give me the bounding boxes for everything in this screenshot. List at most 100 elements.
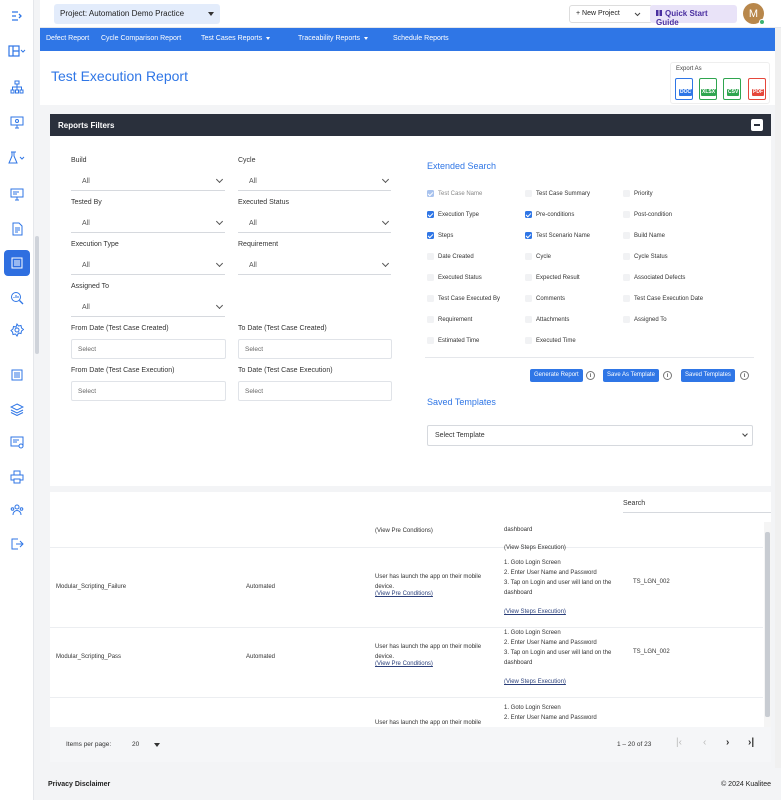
sidebar-scrollbar[interactable] xyxy=(35,236,39,354)
checkbox-box[interactable] xyxy=(427,232,434,239)
checkbox-box[interactable] xyxy=(427,316,434,323)
nav-test-cases-reports[interactable]: Test Cases Reports xyxy=(201,35,270,42)
generate-report-button[interactable]: Generate Report xyxy=(530,369,583,382)
checkbox-box[interactable] xyxy=(623,274,630,281)
requirement-select[interactable]: All xyxy=(238,256,391,275)
steps-execution-link[interactable]: (View Steps Execution) xyxy=(504,543,566,553)
nav-cycle-comparison-report[interactable]: Cycle Comparison Report xyxy=(101,35,181,42)
nav-defect-report[interactable]: Defect Report xyxy=(46,35,89,42)
first-page-icon[interactable]: |‹ xyxy=(676,737,682,748)
steps-execution-link[interactable]: (View Steps Execution) xyxy=(504,607,566,617)
checkbox-box[interactable] xyxy=(525,211,532,218)
checkbox-box[interactable] xyxy=(427,274,434,281)
nav-traceability-reports[interactable]: Traceability Reports xyxy=(298,35,368,42)
checkbox-estimated-time[interactable]: Estimated Time xyxy=(427,337,479,344)
layers-icon[interactable] xyxy=(4,396,30,422)
checkbox-post-condition[interactable]: Post-condition xyxy=(623,211,672,218)
csv-export-icon[interactable]: CSV xyxy=(723,78,741,100)
pdf-export-icon[interactable]: PDF xyxy=(748,78,766,100)
template-select[interactable]: Select Template xyxy=(427,425,753,446)
next-page-icon[interactable]: › xyxy=(726,737,729,748)
checkbox-box[interactable] xyxy=(623,253,630,260)
execution-type-select[interactable]: All xyxy=(71,256,225,275)
doc-export-icon[interactable]: DOC xyxy=(675,78,693,100)
hierarchy-icon[interactable] xyxy=(4,74,30,100)
document-gear-icon[interactable] xyxy=(4,216,30,242)
page-scrollbar[interactable] xyxy=(775,28,781,768)
checkbox-test-case-summary[interactable]: Test Case Summary xyxy=(525,190,590,197)
new-project-dropdown[interactable] xyxy=(630,5,644,23)
checkbox-associated-defects[interactable]: Associated Defects xyxy=(623,274,685,281)
privacy-disclaimer-link[interactable]: Privacy Disclaimer xyxy=(48,781,110,788)
checkbox-box[interactable] xyxy=(427,295,434,302)
checkbox-box[interactable] xyxy=(623,316,630,323)
checkbox-box[interactable] xyxy=(525,316,532,323)
info-icon[interactable]: i xyxy=(740,371,749,380)
checkbox-attachments[interactable]: Attachments xyxy=(525,316,569,323)
checkbox-box[interactable] xyxy=(525,337,532,344)
search-input[interactable] xyxy=(623,512,771,513)
checkbox-box[interactable] xyxy=(623,295,630,302)
results-table[interactable]: Modular_Scripting_Failure Automated (Vie… xyxy=(50,522,771,727)
search-chart-icon[interactable] xyxy=(4,285,30,311)
tested-by-select[interactable]: All xyxy=(71,214,225,233)
checkbox-build-name[interactable]: Build Name xyxy=(623,232,665,239)
saved-templates-button[interactable]: Saved Templates xyxy=(681,369,735,382)
checkbox-test-case-execution-date[interactable]: Test Case Execution Date xyxy=(623,295,703,302)
items-per-page-select[interactable]: 20 xyxy=(132,741,139,748)
layout-icon[interactable] xyxy=(4,38,30,64)
checkbox-comments[interactable]: Comments xyxy=(525,295,565,302)
ticket-icon[interactable] xyxy=(4,429,30,455)
checkbox-cycle[interactable]: Cycle xyxy=(525,253,551,260)
assigned-to-select[interactable]: All xyxy=(71,298,225,317)
checkbox-box[interactable] xyxy=(525,253,532,260)
monitor-settings-icon[interactable] xyxy=(4,109,30,135)
table-scrollbar-thumb[interactable] xyxy=(765,532,770,717)
checkbox-test-scenario-name[interactable]: Test Scenario Name xyxy=(525,232,590,239)
checkbox-executed-time[interactable]: Executed Time xyxy=(525,337,576,344)
settings-icon[interactable] xyxy=(4,317,30,343)
prev-page-icon[interactable]: ‹ xyxy=(703,737,706,748)
cycle-select[interactable]: All xyxy=(238,172,391,191)
report-icon[interactable] xyxy=(4,250,30,276)
flask-icon[interactable] xyxy=(4,145,30,171)
checkbox-box[interactable] xyxy=(525,190,532,197)
info-icon[interactable]: i xyxy=(586,371,595,380)
checkbox-box[interactable] xyxy=(623,190,630,197)
collapse-icon[interactable] xyxy=(4,3,30,29)
logout-icon[interactable] xyxy=(4,531,30,557)
checkbox-assigned-to[interactable]: Assigned To xyxy=(623,316,667,323)
checkbox-priority[interactable]: Priority xyxy=(623,190,653,197)
save-as-template-button[interactable]: Save As Template xyxy=(603,369,659,382)
test-monitor-icon[interactable] xyxy=(4,181,30,207)
checkbox-box[interactable] xyxy=(525,274,532,281)
executed-status-select[interactable]: All xyxy=(238,214,391,233)
steps-execution-link[interactable]: (View Steps Execution) xyxy=(504,677,566,687)
project-select[interactable]: Project: Automation Demo Practice xyxy=(54,4,220,24)
checkbox-test-case-name[interactable]: Test Case Name xyxy=(427,190,482,197)
from-date-created-input[interactable]: Select xyxy=(71,339,226,359)
checkbox-box[interactable] xyxy=(623,211,630,218)
xlsx-export-icon[interactable]: XLSX xyxy=(699,78,717,100)
checkbox-box[interactable] xyxy=(623,232,630,239)
last-page-icon[interactable]: ›| xyxy=(748,737,754,748)
from-date-execution-input[interactable]: Select xyxy=(71,381,226,401)
nav-schedule-reports[interactable]: Schedule Reports xyxy=(393,35,449,42)
quick-start-guide-button[interactable]: Quick Start Guide xyxy=(650,5,737,27)
checkbox-box[interactable] xyxy=(427,190,434,197)
checkbox-test-case-executed-by[interactable]: Test Case Executed By xyxy=(427,295,500,302)
to-date-execution-input[interactable]: Select xyxy=(238,381,392,401)
checkbox-box[interactable] xyxy=(427,337,434,344)
pre-conditions-link[interactable]: (View Pre Conditions) xyxy=(375,526,433,536)
checkbox-requirement[interactable]: Requirement xyxy=(427,316,472,323)
checkbox-box[interactable] xyxy=(525,232,532,239)
checkbox-pre-conditions[interactable]: Pre-conditions xyxy=(525,211,574,218)
table-icon[interactable] xyxy=(4,362,30,388)
users-icon[interactable] xyxy=(4,497,30,523)
checkbox-box[interactable] xyxy=(427,211,434,218)
to-date-created-input[interactable]: Select xyxy=(238,339,392,359)
build-select[interactable]: All xyxy=(71,172,225,191)
checkbox-date-created[interactable]: Date Created xyxy=(427,253,474,260)
checkbox-execution-type[interactable]: Execution Type xyxy=(427,211,479,218)
pre-conditions-link[interactable]: (View Pre Conditions) xyxy=(375,589,433,599)
